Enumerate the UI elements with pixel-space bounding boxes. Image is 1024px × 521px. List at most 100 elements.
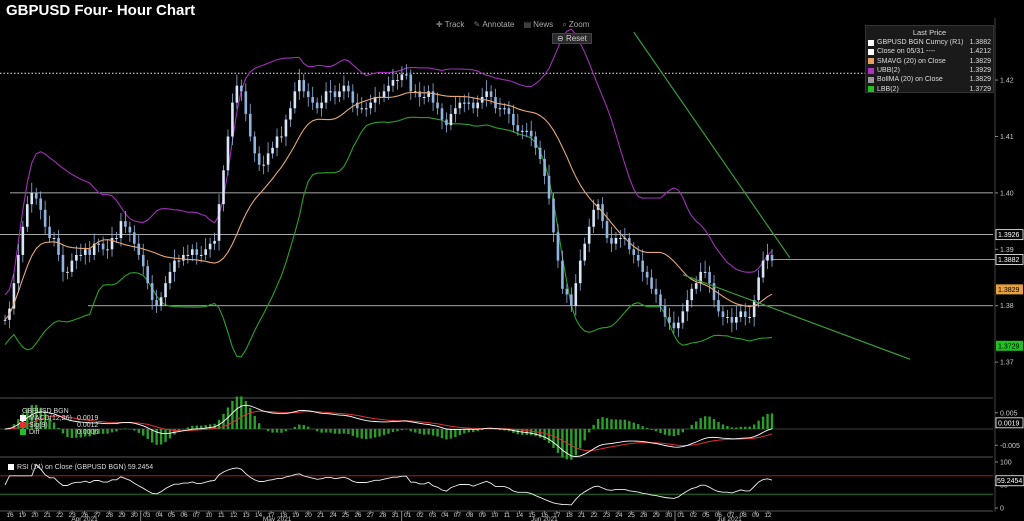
macd-histogram-bar — [717, 421, 720, 429]
upper-bollinger-band — [4, 28, 773, 296]
x-month-label: Jul 2021 — [717, 516, 742, 521]
candle-body — [115, 238, 118, 240]
reset-button[interactable]: ⊖ Reset — [552, 33, 592, 44]
candle-body — [204, 249, 207, 255]
x-tick-label: 05 — [168, 512, 176, 519]
macd-histogram-bar — [137, 429, 140, 433]
macd-histogram-bar — [414, 429, 417, 433]
candlestick — [329, 80, 332, 101]
x-tick-label: 04 — [155, 512, 163, 519]
macd-histogram-bar — [744, 426, 747, 429]
macd-histogram-bar — [699, 418, 702, 429]
rsi-panel-label: RSI (14) on Close (GBPUSD BGN) — [17, 464, 126, 471]
candlestick — [293, 82, 297, 114]
y-tick-label: 1.40 — [1000, 190, 1014, 197]
candlestick — [587, 218, 591, 253]
candlestick — [431, 83, 435, 112]
annotate-button[interactable]: ✎ Annotate — [474, 20, 515, 29]
candle-body — [529, 130, 533, 137]
candle-body — [708, 271, 711, 284]
candle-body — [235, 85, 239, 103]
candle-body — [752, 300, 756, 318]
candle-body — [39, 198, 42, 210]
candle-body — [43, 209, 47, 227]
candle-body — [351, 91, 355, 103]
candlestick — [480, 87, 484, 109]
x-tick-label: 07 — [454, 512, 462, 519]
candle-body — [677, 322, 680, 329]
macd-histogram-bar — [106, 429, 109, 434]
x-tick-label: 20 — [305, 512, 313, 519]
macd-histogram-bar — [324, 429, 328, 433]
macd-histogram-bar — [440, 429, 444, 439]
macd-histogram-bar — [128, 428, 132, 430]
price-label-text: 1.3829 — [998, 287, 1020, 294]
candlestick — [262, 155, 265, 175]
candle-body — [739, 311, 743, 318]
candle-body — [173, 260, 176, 272]
candlestick — [66, 266, 69, 280]
zoom-button[interactable]: ⌕ Zoom — [562, 20, 589, 30]
macd-histogram-bar — [677, 429, 680, 436]
macd-histogram-bar — [761, 416, 765, 429]
candlestick — [342, 75, 346, 100]
trendline — [682, 274, 911, 360]
candle-body — [3, 319, 7, 321]
macd-histogram-bar — [351, 429, 355, 436]
candlestick — [757, 270, 760, 308]
candle-body — [168, 271, 172, 284]
macd-histogram-bar — [668, 429, 671, 436]
candlestick — [735, 305, 738, 330]
macd-histogram-bar — [543, 429, 546, 440]
macd-histogram-bar — [458, 429, 462, 436]
legend-row[interactable]: GBPUSD BGN Curncy (R1) 1.3882 — [866, 38, 993, 47]
candle-body — [226, 136, 230, 171]
news-button[interactable]: ▤ News — [524, 20, 554, 29]
candlestick — [471, 97, 475, 114]
legend-swatch — [868, 76, 874, 83]
price-label-text: 1.3882 — [998, 257, 1020, 264]
macd-histogram-bar — [431, 429, 435, 436]
x-tick-label: 29 — [118, 512, 126, 519]
candle-body — [75, 254, 78, 261]
candlestick — [699, 262, 702, 292]
candlestick — [324, 82, 328, 109]
macd-histogram-bar — [257, 423, 261, 429]
candle-body — [610, 238, 613, 244]
candlestick — [708, 265, 711, 293]
candlestick — [97, 238, 100, 253]
macd-histogram-bar — [712, 418, 716, 429]
legend-name: LBB(2) — [877, 85, 899, 93]
legend-row[interactable]: UBB(2) 1.3929 — [866, 66, 993, 75]
macd-histogram-bar — [637, 424, 640, 429]
x-tick-label: 30 — [131, 512, 139, 519]
candlestick — [30, 182, 34, 213]
legend-row[interactable]: SMAVG (20) on Close 1.3829 — [866, 57, 993, 66]
candlestick — [726, 309, 729, 324]
candlestick — [512, 104, 515, 133]
macd-histogram-bar — [561, 429, 564, 458]
x-tick-label: 20 — [31, 512, 39, 519]
candle-body — [757, 277, 760, 301]
candle-body — [382, 91, 386, 97]
legend-row[interactable]: LBB(2) 1.3729 — [866, 84, 993, 93]
candlestick — [79, 243, 83, 262]
candlestick — [240, 79, 243, 101]
candle-body — [516, 125, 520, 131]
candle-body — [119, 221, 123, 239]
price-label-text: 1.3729 — [998, 343, 1020, 350]
macd-histogram-bar — [369, 429, 372, 439]
legend-swatch — [20, 415, 26, 422]
rsi-panel-value: 59.2454 — [127, 464, 154, 471]
candle-body — [556, 232, 560, 261]
legend-name: GBPUSD BGN Curncy (R1) — [877, 39, 964, 47]
legend-swatch — [20, 422, 26, 429]
legend-row[interactable]: Close on 05/31 ---- 1.4212 — [866, 47, 993, 56]
macd-histogram-bar — [605, 418, 609, 429]
candle-body — [445, 119, 448, 126]
macd-histogram-bar — [360, 429, 363, 439]
candle-body — [231, 102, 234, 137]
macd-legend-row: Sig(9) 0.0012 — [20, 422, 98, 429]
track-button[interactable]: ✚ Track — [436, 20, 464, 29]
legend-row[interactable]: BollMA (20) on Close 1.3829 — [866, 75, 993, 84]
